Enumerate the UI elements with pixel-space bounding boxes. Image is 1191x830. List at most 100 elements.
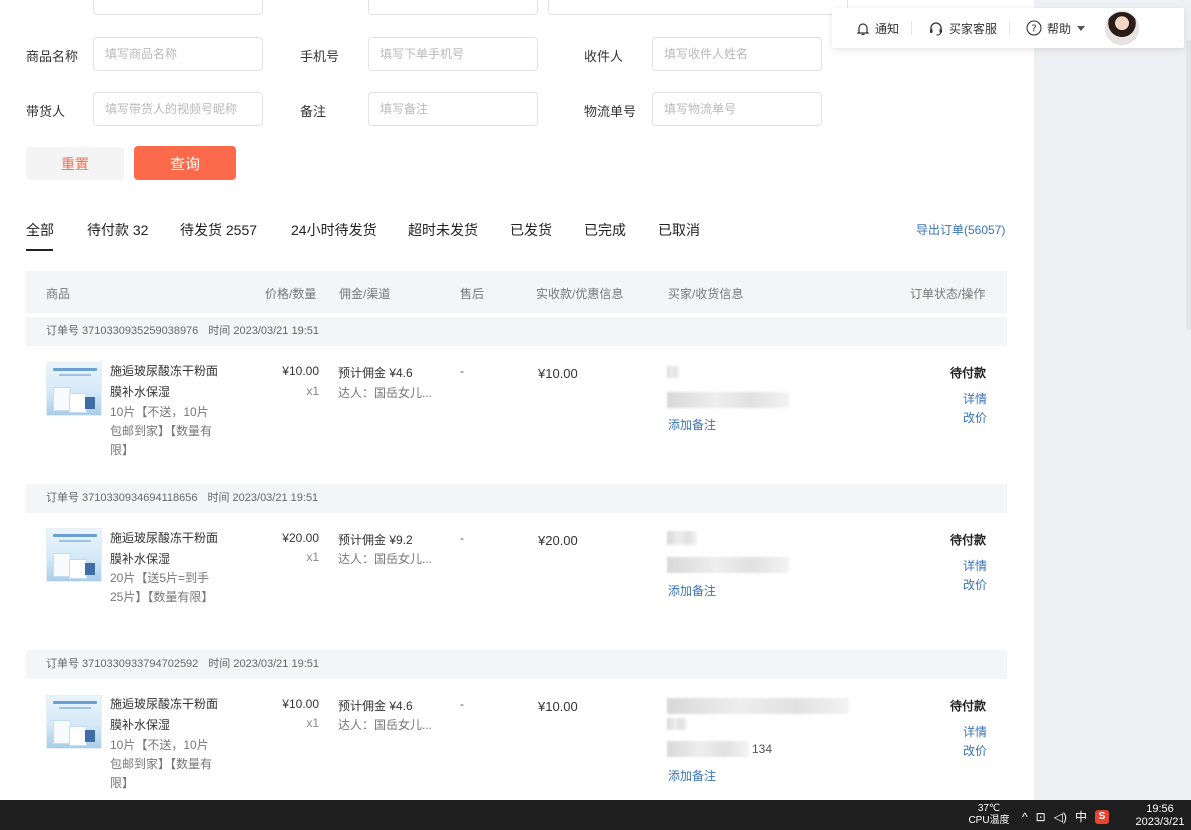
cpu-temp-widget[interactable]: 37℃ CPU温度 xyxy=(966,803,1012,827)
top-filter-input-3[interactable] xyxy=(548,0,848,15)
product-name-label: 商品名称 xyxy=(26,49,79,64)
reprice-link[interactable]: 改价 xyxy=(963,576,987,593)
product-name[interactable]: 施逅玻尿酸冻干粉面膜补水保湿 xyxy=(110,528,220,570)
buyer-info-blurred xyxy=(667,366,679,378)
talent-channel: 达人：国岳女儿... xyxy=(338,386,433,400)
chevron-down-icon xyxy=(1077,25,1086,31)
phone-label: 手机号 xyxy=(300,49,340,64)
ime-indicator[interactable]: 中 xyxy=(1075,808,1087,825)
tab-pending-payment[interactable]: 待付款 32 xyxy=(87,220,148,240)
buyer-service-label: 买家客服 xyxy=(949,21,998,36)
receiver-input[interactable] xyxy=(652,37,822,71)
order-number: 订单号 3710330935259038976 xyxy=(46,325,199,337)
paid-amount: ¥20.00 xyxy=(538,533,578,548)
help-menu-button[interactable]: ? 帮助 xyxy=(1010,8,1105,48)
query-button[interactable]: 查询 xyxy=(134,146,236,180)
unit-price: ¥20.00 xyxy=(282,531,319,545)
order-header: 订单号 3710330933794702592 时间 2023/03/21 19:… xyxy=(26,650,1007,679)
add-note-link[interactable]: 添加备注 xyxy=(668,416,716,433)
promoter-label: 带货人 xyxy=(26,104,66,119)
clock-date: 2023/3/21 xyxy=(1135,816,1185,828)
export-orders-link[interactable]: 导出订单(56057) xyxy=(916,221,1005,238)
tab-completed[interactable]: 已完成 xyxy=(584,220,626,240)
scrollbar[interactable] xyxy=(1186,40,1191,330)
help-label: 帮助 xyxy=(1047,21,1072,36)
th-commission: 佣金/渠道 xyxy=(339,287,391,301)
buyer-name-blurred xyxy=(667,718,687,730)
order-header: 订单号 3710330934694118656 时间 2023/03/21 19:… xyxy=(26,484,1007,513)
th-price-qty: 价格/数量 xyxy=(265,287,317,301)
quantity: x1 xyxy=(306,384,319,398)
order-header: 订单号 3710330935259038976 时间 2023/03/21 19:… xyxy=(26,317,1007,346)
product-spec: 20片【送5片=到手25片】【数量有限】 xyxy=(110,571,214,604)
product-thumbnail[interactable] xyxy=(46,362,102,416)
product-spec: 10片【不送，10片包邮到家】【数量有限】 xyxy=(110,738,213,790)
commission: 预计佣金 ¥9.2 xyxy=(338,533,413,547)
order-number: 订单号 3710330933794702592 xyxy=(46,658,199,670)
tab-cancelled[interactable]: 已取消 xyxy=(658,220,700,240)
cpu-temp-label: CPU温度 xyxy=(968,815,1010,826)
commission: 预计佣金 ¥4.6 xyxy=(338,699,413,713)
help-icon: ? xyxy=(1026,20,1042,36)
add-note-link[interactable]: 添加备注 xyxy=(668,582,716,599)
th-after-sale: 售后 xyxy=(460,287,485,301)
tray-expand-icon[interactable]: ^ xyxy=(1022,810,1028,824)
bell-icon xyxy=(856,22,870,35)
reset-button[interactable]: 重置 xyxy=(26,147,124,180)
after-sale-status: - xyxy=(460,364,464,378)
tab-shipped[interactable]: 已发货 xyxy=(510,220,552,240)
detail-link[interactable]: 详情 xyxy=(963,723,987,740)
volume-icon[interactable]: ◁) xyxy=(1054,810,1067,824)
tab-pending-shipment[interactable]: 待发货 2557 xyxy=(180,220,257,240)
tab-overdue[interactable]: 超时未发货 xyxy=(408,220,478,240)
reprice-link[interactable]: 改价 xyxy=(963,409,987,426)
talent-channel: 达人：国岳女儿... xyxy=(338,552,433,566)
th-product: 商品 xyxy=(46,287,71,301)
buyer-info-blurred xyxy=(667,531,697,545)
order-status: 待付款 xyxy=(950,533,987,547)
active-tab-indicator xyxy=(26,249,53,251)
product-name-input[interactable] xyxy=(93,37,263,71)
network-icon[interactable]: ⊡ xyxy=(1036,810,1046,824)
right-gutter xyxy=(1034,0,1191,800)
th-status: 订单状态/操作 xyxy=(910,287,986,301)
tracking-label: 物流单号 xyxy=(584,104,637,119)
remark-input[interactable] xyxy=(368,92,538,126)
os-taskbar: 37℃ CPU温度 ^ ⊡ ◁) 中 S 19:56 2023/3/21 xyxy=(0,800,1191,830)
taskbar-clock[interactable]: 19:56 2023/3/21 xyxy=(1132,803,1188,829)
buyer-service-button[interactable]: 买家客服 xyxy=(912,8,1009,48)
order-time: 时间 2023/03/21 19:51 xyxy=(207,492,319,504)
remark-label: 备注 xyxy=(300,104,327,119)
unit-price: ¥10.00 xyxy=(282,364,319,378)
tab-24h-shipment[interactable]: 24小时待发货 xyxy=(291,220,377,240)
phone-input[interactable] xyxy=(368,37,538,71)
th-paid: 实收款/优惠信息 xyxy=(536,287,624,301)
sogou-ime-icon[interactable]: S xyxy=(1094,809,1109,824)
receiver-label: 收件人 xyxy=(584,49,624,64)
top-filter-input-2[interactable] xyxy=(368,0,538,15)
product-spec: 10片【不送，10片包邮到家】【数量有限】 xyxy=(110,405,213,457)
product-thumbnail[interactable] xyxy=(46,695,102,749)
cpu-temp-value: 37℃ xyxy=(977,803,1001,814)
reprice-link[interactable]: 改价 xyxy=(963,742,987,759)
tab-all[interactable]: 全部 xyxy=(26,220,54,240)
product-name[interactable]: 施逅玻尿酸冻干粉面膜补水保湿 xyxy=(110,694,220,736)
notify-button[interactable]: 通知 xyxy=(832,8,911,48)
product-name[interactable]: 施逅玻尿酸冻干粉面膜补水保湿 xyxy=(110,361,220,403)
address-blurred xyxy=(667,392,789,408)
promoter-input[interactable] xyxy=(93,92,263,126)
phone-suffix: 134 xyxy=(752,742,773,756)
unit-price: ¥10.00 xyxy=(282,697,319,711)
top-filter-input-1[interactable] xyxy=(93,0,263,15)
detail-link[interactable]: 详情 xyxy=(963,390,987,407)
tracking-input[interactable] xyxy=(652,92,822,126)
table-header xyxy=(26,271,1007,313)
order-status: 待付款 xyxy=(950,366,987,380)
notify-label: 通知 xyxy=(875,21,900,36)
add-note-link[interactable]: 添加备注 xyxy=(668,767,716,784)
detail-link[interactable]: 详情 xyxy=(963,557,987,574)
main-panel: 商品名称 手机号 收件人 带货人 备注 物流单号 重置 查询 全部 待付款 32… xyxy=(0,0,1034,800)
quantity: x1 xyxy=(306,550,319,564)
avatar[interactable] xyxy=(1105,11,1140,45)
product-thumbnail[interactable] xyxy=(46,528,102,582)
